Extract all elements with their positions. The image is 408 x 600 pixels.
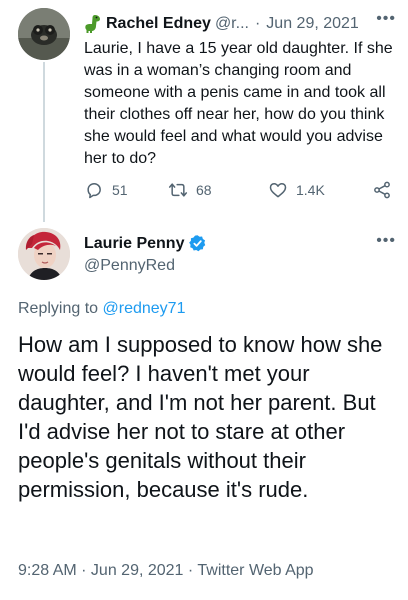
main-tweet-text: How am I supposed to know how she would … bbox=[18, 332, 383, 502]
dinosaur-emoji-icon bbox=[85, 15, 100, 33]
retweet-icon bbox=[168, 183, 188, 197]
avatar-photo bbox=[18, 228, 70, 280]
like-button[interactable]: 1.4K bbox=[268, 180, 325, 200]
parent-date[interactable]: Jun 29, 2021 bbox=[266, 15, 359, 33]
parent-tweet[interactable]: Rachel Edney @r... · Jun 29, 2021 ••• La… bbox=[0, 0, 408, 222]
more-options-icon[interactable]: ••• bbox=[376, 10, 396, 28]
thread-connector-line bbox=[43, 62, 45, 222]
avatar-photo bbox=[18, 8, 70, 60]
replying-to: Replying to @redney71 bbox=[18, 300, 185, 318]
main-display-name[interactable]: Laurie Penny bbox=[84, 235, 184, 253]
retweet-button[interactable]: 68 bbox=[168, 180, 212, 200]
parent-display-name[interactable]: Rachel Edney bbox=[106, 15, 211, 33]
parent-tweet-text: Laurie, I have a 15 year old daughter. I… bbox=[84, 40, 393, 167]
main-display-name-row: Laurie Penny bbox=[84, 234, 207, 253]
reply-button[interactable]: 51 bbox=[84, 180, 128, 200]
like-count: 1.4K bbox=[296, 182, 325, 198]
tweet-timestamp[interactable]: 9:28 AM · Jun 29, 2021 · Twitter Web App bbox=[18, 562, 314, 580]
reply-icon bbox=[87, 183, 101, 199]
replying-prefix: Replying to bbox=[18, 300, 103, 317]
separator-dot: · bbox=[254, 15, 261, 32]
avatar[interactable] bbox=[18, 8, 70, 60]
more-options-icon[interactable]: ••• bbox=[376, 232, 396, 250]
reply-count: 51 bbox=[112, 182, 128, 198]
parent-tweet-header: Rachel Edney @r... · Jun 29, 2021 bbox=[84, 12, 398, 36]
parent-tweet-actions: 51 68 1.4K bbox=[84, 180, 394, 206]
parent-handle[interactable]: @r... bbox=[215, 15, 249, 33]
avatar[interactable] bbox=[18, 228, 70, 280]
verified-badge-icon bbox=[189, 235, 206, 252]
replying-to-link[interactable]: @redney71 bbox=[103, 300, 186, 317]
main-handle[interactable]: @PennyRed bbox=[84, 257, 175, 275]
retweet-count: 68 bbox=[196, 182, 212, 198]
share-icon bbox=[374, 181, 390, 199]
share-button[interactable] bbox=[372, 180, 400, 200]
like-icon bbox=[269, 183, 287, 198]
